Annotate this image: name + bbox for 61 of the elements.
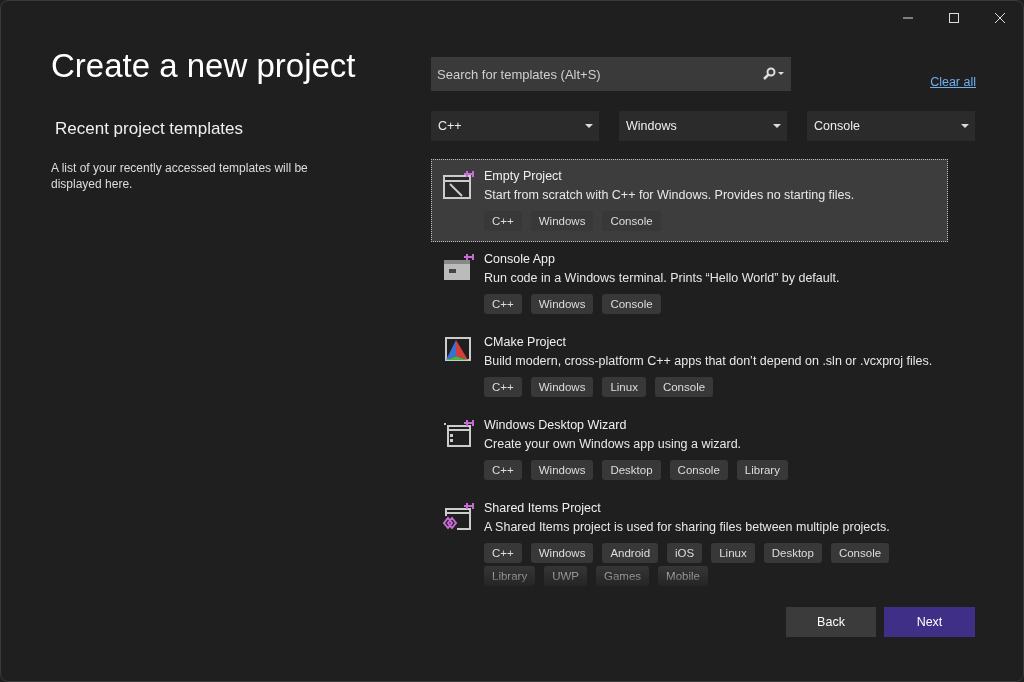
template-tag: C++ — [484, 211, 522, 231]
template-icon — [442, 417, 474, 449]
template-tag: Console — [602, 294, 661, 314]
template-tag: Console — [602, 211, 661, 231]
template-tag: Library — [484, 566, 536, 586]
clear-all-link[interactable]: Clear all — [930, 75, 976, 89]
template-description: Run code in a Windows terminal. Prints “Hello World” by default. — [484, 270, 840, 287]
filter-dropdown[interactable]: Console — [807, 111, 975, 141]
empty-message: A list of your recently accessed templates will be displayed here. — [51, 160, 309, 192]
back-button[interactable]: Back — [786, 607, 876, 637]
template-description: A Shared Items project is used for sharing files between multiple projects. — [484, 519, 891, 536]
filter-dropdown[interactable]: Windows — [619, 111, 787, 141]
template-tag: Windows — [530, 543, 594, 563]
template-tag: Desktop — [763, 543, 822, 563]
template-icon — [442, 168, 474, 200]
template-tag: Mobile — [658, 566, 708, 586]
template-description: Start from scratch with C++ for Windows. Provides no starting files. — [484, 187, 855, 204]
template-tag: Console — [830, 543, 890, 563]
template-item[interactable]: Empty Project Start from scratch with C++ for Windows. Provides no starting files. C++ Windows Console — [431, 159, 948, 242]
template-tag: C++ — [484, 460, 522, 480]
close-icon[interactable] — [994, 12, 1006, 24]
template-tag: C++ — [484, 377, 522, 397]
next-button[interactable]: Next — [884, 607, 975, 637]
template-tag: Windows — [530, 460, 594, 480]
template-description: Create your own Windows app using a wizard. — [484, 436, 743, 453]
search-field[interactable]: Search for templates (Alt+S) — [431, 57, 791, 91]
template-name: CMake Project — [484, 334, 567, 350]
template-name: Shared Items Project — [484, 500, 602, 516]
template-icon — [442, 500, 474, 532]
template-tag: UWP — [544, 566, 587, 586]
template-tag: Windows — [530, 211, 594, 231]
template-tag: Linux — [711, 543, 755, 563]
template-tag: C++ — [484, 543, 522, 563]
template-tag: C++ — [484, 294, 522, 314]
maximize-icon[interactable] — [948, 12, 960, 24]
template-item[interactable]: Shared Items Project A Shared Items project is used for sharing files between multiple projects. C++ Windows Android iOS Linux Desktop Console Library UWP Games Mobile — [431, 491, 948, 594]
caret-icon — [585, 124, 593, 128]
template-tag: iOS — [667, 543, 703, 563]
template-item[interactable]: Windows Desktop Wizard Create your own Windows app using a wizard. C++ Windows Desktop Console Library — [431, 408, 948, 491]
template-name: Windows Desktop Wizard — [484, 417, 628, 433]
template-item[interactable]: CMake Project Build modern, cross-platform C++ apps that don’t depend on .sln or .vcxproj files. C++ Windows Linux Console — [431, 325, 948, 408]
caret-icon — [961, 124, 969, 128]
window-title: Create a new project — [51, 47, 357, 85]
section-heading: Recent project templates — [55, 119, 245, 139]
template-tag: Windows — [530, 377, 594, 397]
template-description: Build modern, cross-platform C++ apps that don’t depend on .sln or .vcxproj files. — [484, 353, 933, 370]
search-icon[interactable] — [761, 67, 785, 81]
template-tag: Console — [669, 460, 728, 480]
template-tag: Linux — [602, 377, 646, 397]
caret-icon — [773, 124, 781, 128]
template-item[interactable]: Console App Run code in a Windows terminal. Prints “Hello World” by default. C++ Windows Console — [431, 242, 948, 325]
template-tag: Library — [736, 460, 788, 480]
template-name: Console App — [484, 251, 556, 267]
template-tag: Windows — [530, 294, 594, 314]
template-tag: Android — [602, 543, 659, 563]
template-tag: Desktop — [602, 460, 661, 480]
template-name: Empty Project — [484, 168, 563, 184]
filter-dropdown[interactable]: C++ — [431, 111, 599, 141]
template-tag: Console — [654, 377, 714, 397]
template-tag: Games — [596, 566, 650, 586]
template-icon — [442, 251, 474, 283]
